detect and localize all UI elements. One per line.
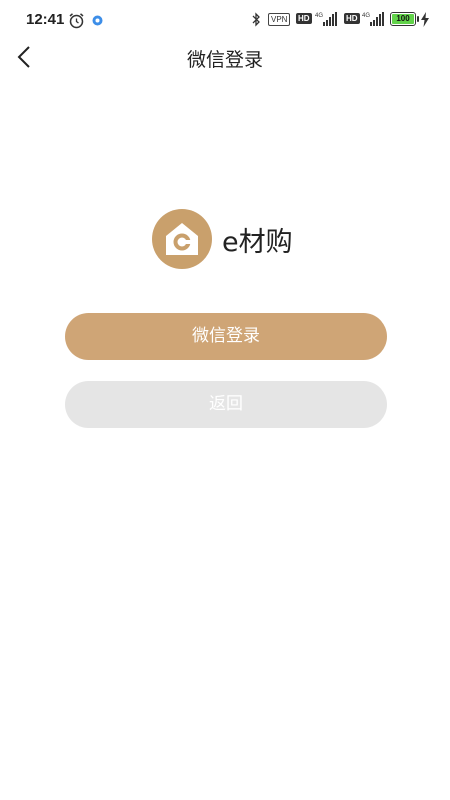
hd-badge: HD [344,13,360,24]
hd-badge: HD [296,13,312,24]
status-bar: 12:41 VPN HD 4G HD 4G 100 [0,0,450,40]
signal-icon: 4G [362,12,384,26]
vpn-badge: VPN [268,13,291,26]
status-time: 12:41 [26,11,65,28]
signal-icon: 4G [315,12,337,26]
brand-header: e材购 [0,208,450,270]
back-button[interactable]: 返回 [65,381,387,428]
page-title: 微信登录 [186,49,263,71]
battery-tip [417,16,419,22]
charging-icon [421,12,429,27]
wechat-login-button[interactable]: 微信登录 [65,313,387,360]
app-notification-icon [92,15,103,26]
battery-icon: 100 [390,12,416,26]
bluetooth-icon [252,12,260,27]
network-type: 4G [315,13,323,19]
alarm-icon [69,13,84,29]
network-type: 4G [362,13,370,19]
app-logo-icon [152,209,212,269]
app-name: e材购 [222,227,293,258]
battery-level: 100 [392,14,414,24]
